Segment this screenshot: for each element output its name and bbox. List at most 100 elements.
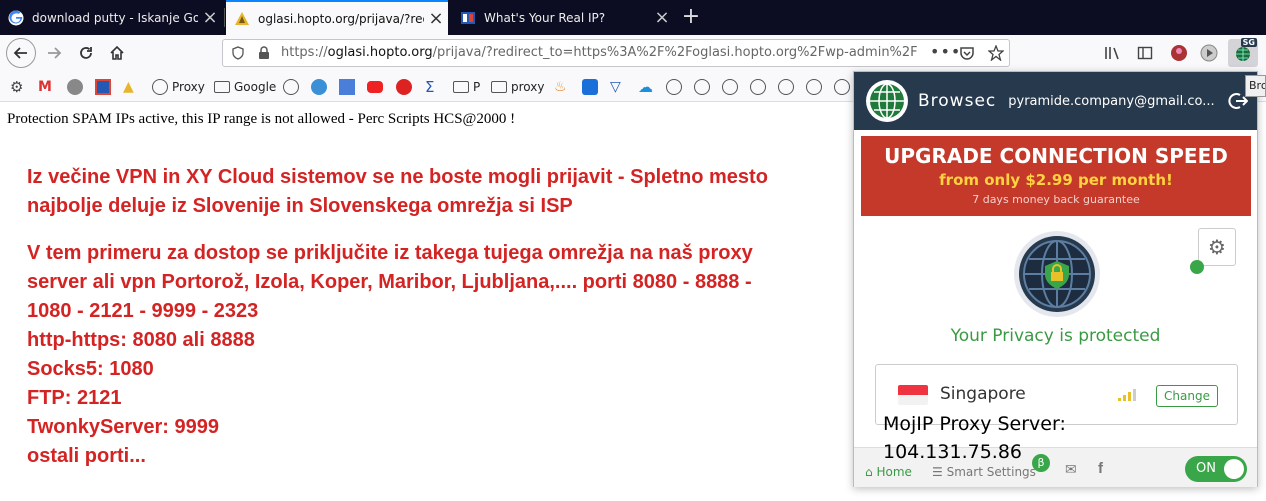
forward-button[interactable] bbox=[40, 39, 68, 67]
bookmark-folder[interactable]: P bbox=[453, 78, 480, 96]
text-line: ostali porti... bbox=[27, 445, 146, 467]
lock-icon[interactable] bbox=[257, 46, 271, 60]
footer-smart-settings-link[interactable]: ☰ Smart Settings bbox=[932, 465, 1036, 479]
vpn-toggle[interactable]: ON bbox=[1185, 456, 1247, 482]
status-indicator bbox=[1190, 260, 1204, 274]
bookmark-label: P bbox=[473, 80, 481, 94]
bookmark-folder[interactable]: proxy bbox=[491, 78, 544, 96]
ip-favicon-icon bbox=[461, 11, 475, 24]
bookmark-label: Google bbox=[234, 80, 277, 94]
bookmark-item[interactable] bbox=[806, 78, 826, 96]
bookmark-item[interactable]: ♨ bbox=[554, 78, 574, 96]
bookmark-item[interactable] bbox=[311, 78, 331, 96]
bookmark-item[interactable] bbox=[750, 78, 770, 96]
text-line: http-https: 8080 ali 8888 bbox=[27, 329, 255, 351]
bookmark-item[interactable]: Σ bbox=[425, 78, 445, 96]
toolbar-ext2 bbox=[1200, 39, 1218, 67]
google-icon bbox=[8, 9, 24, 25]
footer-home-link[interactable]: ⌂ Home bbox=[865, 465, 912, 479]
bookmark-item[interactable] bbox=[778, 78, 798, 96]
tab-bar: download putty - Iskanje Goog × oglasi.h… bbox=[0, 0, 1266, 35]
youtube-icon bbox=[367, 81, 383, 93]
m-icon bbox=[396, 79, 412, 95]
bookmark-item[interactable] bbox=[283, 78, 303, 96]
browsec-logo-icon bbox=[866, 80, 908, 122]
arrow-right-icon bbox=[48, 47, 62, 59]
shield-icon[interactable] bbox=[231, 46, 245, 60]
library-icon[interactable] bbox=[1104, 45, 1122, 61]
text-line: TwonkyServer: 9999 bbox=[27, 416, 219, 438]
bookmark-item[interactable] bbox=[95, 78, 115, 96]
earth-icon bbox=[311, 79, 327, 95]
url-path: /prijava/?redirect_to=https%3A%2F%2Fogla… bbox=[432, 45, 918, 60]
close-tab-icon[interactable]: × bbox=[650, 7, 674, 28]
folder-icon bbox=[214, 81, 230, 93]
globe-icon bbox=[806, 79, 822, 95]
pocket-icon[interactable] bbox=[959, 45, 975, 61]
bookmark-star-icon[interactable] bbox=[988, 45, 1004, 61]
bookmark-item[interactable] bbox=[396, 78, 416, 96]
upgrade-banner[interactable]: UPGRADE CONNECTION SPEED from only $2.99… bbox=[861, 136, 1251, 216]
browsec-popup: Browsec pyramide.company@gmail.co... UPG… bbox=[853, 71, 1258, 487]
bookmark-item[interactable]: ⚙ bbox=[10, 78, 30, 96]
play-circle-icon[interactable] bbox=[1200, 44, 1218, 62]
bookmark-item[interactable] bbox=[582, 78, 602, 96]
browsec-brand: Browsec bbox=[918, 91, 997, 111]
gmail-icon: M bbox=[38, 79, 52, 95]
page-actions-icon[interactable]: ••• bbox=[930, 42, 961, 61]
toolbar-ext1 bbox=[1170, 39, 1188, 67]
folder-icon bbox=[491, 81, 507, 93]
tab-separator bbox=[224, 8, 225, 27]
close-tab-icon[interactable]: × bbox=[198, 7, 222, 28]
vpn-icon: ▽ bbox=[610, 79, 621, 95]
country-name: Singapore bbox=[940, 384, 1026, 404]
text-line: V tem primeru za dostop se priključite i… bbox=[27, 242, 753, 264]
bookmark-item[interactable] bbox=[367, 78, 387, 96]
bookmark-item[interactable]: Proxy bbox=[152, 78, 205, 96]
bookmark-item[interactable]: M bbox=[38, 78, 58, 96]
settings-button[interactable]: ⚙ bbox=[1198, 228, 1236, 266]
gear-icon: ⚙ bbox=[10, 78, 24, 96]
extension-avatar-icon[interactable] bbox=[1170, 44, 1188, 62]
play-icon bbox=[67, 79, 83, 95]
mail-icon[interactable]: ✉ bbox=[1065, 462, 1077, 478]
translate-icon bbox=[339, 79, 355, 95]
text-line: Socks5: 1080 bbox=[27, 358, 154, 380]
cloud-icon: ☁ bbox=[638, 78, 653, 96]
bookmark-item[interactable] bbox=[67, 78, 87, 96]
bookmark-label: proxy bbox=[511, 80, 545, 94]
url-host: oglasi.hopto.org bbox=[327, 45, 433, 60]
speedometer-icon bbox=[283, 79, 299, 95]
bookmark-item[interactable] bbox=[834, 78, 854, 96]
home-icon: ⌂ bbox=[865, 465, 873, 479]
bookmark-item[interactable] bbox=[694, 78, 714, 96]
tab-google-search[interactable]: download putty - Iskanje Goog × bbox=[0, 0, 222, 35]
close-tab-icon[interactable]: × bbox=[424, 8, 448, 29]
text-line: server ali vpn Portorož, Izola, Koper, M… bbox=[27, 271, 752, 293]
tab-real-ip[interactable]: What's Your Real IP? × bbox=[452, 0, 674, 35]
sliders-icon: ☰ bbox=[932, 465, 943, 479]
bookmark-folder[interactable]: Google bbox=[214, 78, 276, 96]
browsec-header: Browsec pyramide.company@gmail.co... bbox=[854, 72, 1257, 130]
change-location-button[interactable]: Change bbox=[1156, 385, 1218, 407]
text-line: FTP: 2121 bbox=[27, 387, 122, 409]
arrow-left-icon bbox=[13, 47, 27, 59]
text-line: najbolje deluje iz Slovenije in Slovensk… bbox=[27, 195, 573, 217]
back-button[interactable] bbox=[6, 38, 36, 68]
new-tab-button[interactable]: + bbox=[676, 0, 706, 35]
signal-strength-icon bbox=[1118, 387, 1144, 401]
bookmark-item[interactable]: ▲ bbox=[123, 78, 143, 96]
bookmark-item[interactable] bbox=[666, 78, 686, 96]
bookmark-item[interactable]: ▽ bbox=[610, 78, 630, 96]
bookmark-item[interactable] bbox=[339, 78, 359, 96]
home-button[interactable] bbox=[103, 39, 131, 67]
reload-button[interactable] bbox=[72, 39, 100, 67]
sum-icon: Σ bbox=[425, 78, 435, 96]
vpn-warning-paragraph: Iz večine VPN in XY Cloud sistemov se ne… bbox=[27, 163, 768, 221]
tab-oglasi[interactable]: oglasi.hopto.org/prijava/?redire × bbox=[226, 0, 448, 35]
bookmark-item[interactable]: ☁ bbox=[638, 78, 658, 96]
sidebar-icon[interactable] bbox=[1137, 45, 1153, 61]
address-bar[interactable]: https://oglasi.hopto.org/prijava/?redire… bbox=[222, 39, 1010, 67]
bookmark-item[interactable] bbox=[722, 78, 742, 96]
facebook-icon[interactable]: f bbox=[1098, 460, 1103, 477]
